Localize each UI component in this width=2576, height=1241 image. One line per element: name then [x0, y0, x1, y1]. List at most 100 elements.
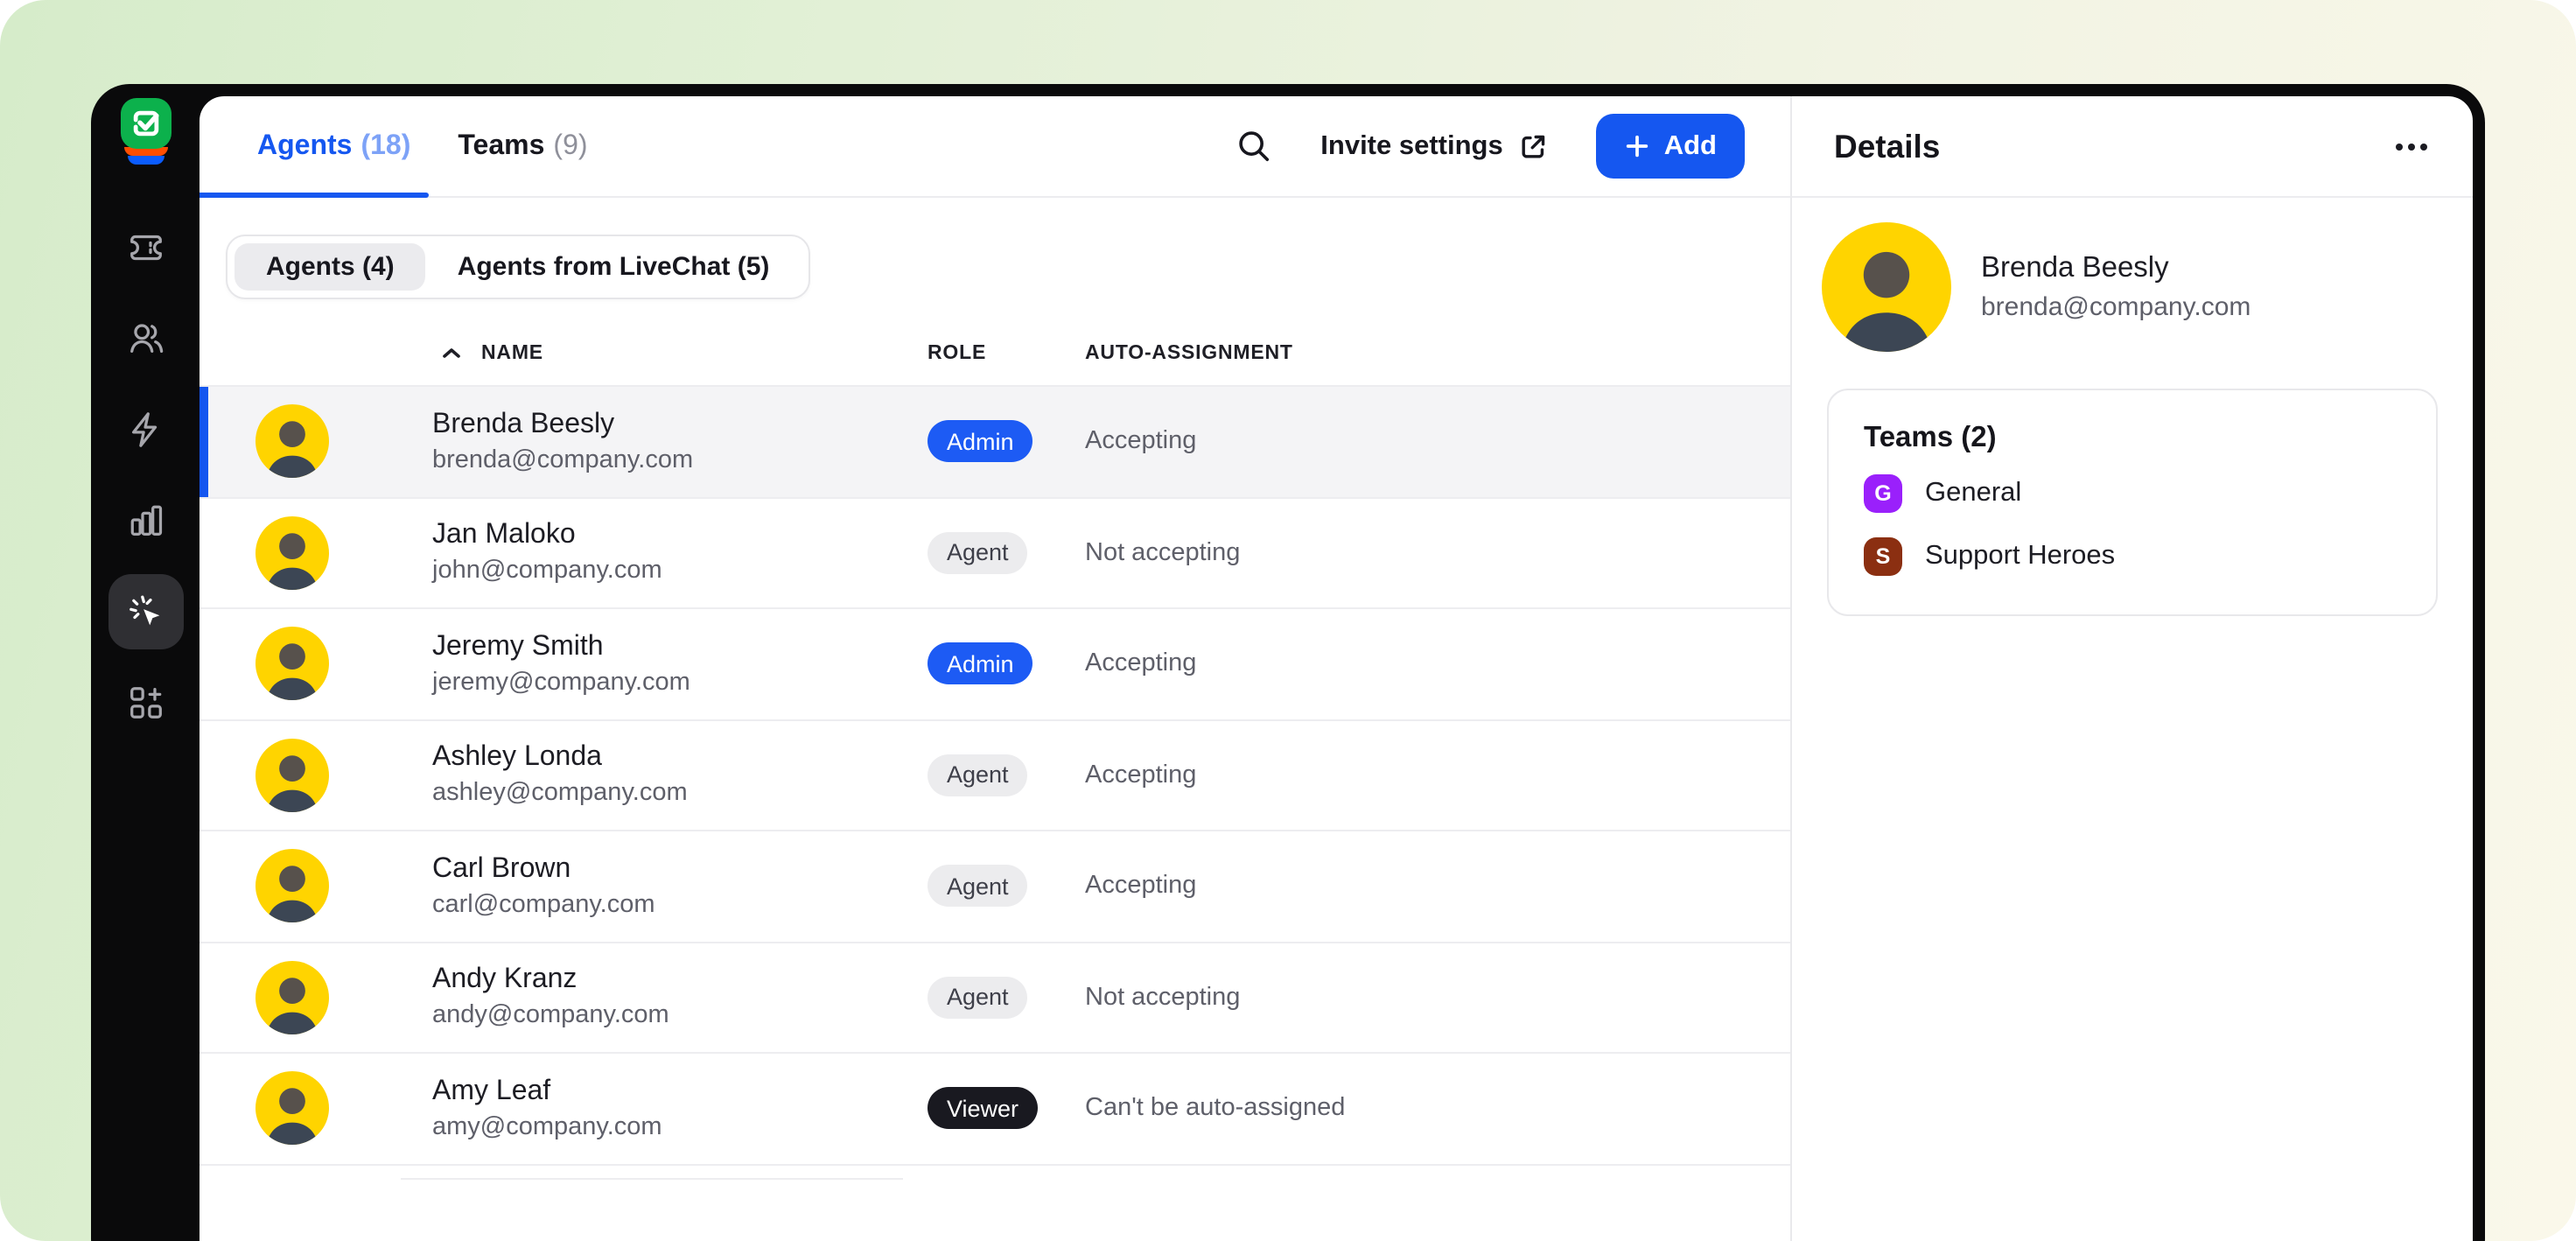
agent-name: Jeremy Smith: [432, 630, 928, 663]
agent-name: Ashley Londa: [432, 741, 928, 775]
profile-email: brenda@company.com: [1981, 292, 2250, 322]
role-badge: Agent: [928, 532, 1028, 574]
topbar-actions: Invite settings Add: [1235, 114, 1745, 179]
team-name: General: [1925, 478, 2021, 509]
invite-settings-link[interactable]: Invite settings: [1320, 130, 1548, 162]
add-button[interactable]: Add: [1596, 114, 1745, 179]
tab-teams-label: Teams: [458, 130, 544, 162]
assignment-status: Accepting: [1085, 873, 1196, 901]
teams-card-title: Teams (2): [1864, 422, 2401, 455]
agent-avatar: [256, 961, 329, 1034]
selected-row-indicator: [200, 387, 208, 496]
sidebar-item-apps[interactable]: [125, 682, 165, 722]
role-badge: Admin: [928, 643, 1033, 685]
role-badge: Agent: [928, 866, 1028, 908]
tab-agents[interactable]: Agents (18): [257, 130, 410, 162]
team-item[interactable]: S Support Heroes: [1864, 537, 2401, 576]
tab-agents-label: Agents: [257, 130, 352, 162]
table-header: NAME ROLE AUTO-ASSIGNMENT: [200, 299, 1790, 387]
sidebar-item-tracking[interactable]: [108, 573, 183, 649]
agent-name: Brenda Beesly: [432, 408, 928, 441]
table-row[interactable]: Ashley Londa ashley@company.com Agent Ac…: [200, 720, 1790, 831]
app-window: Agents (18) Teams (9): [91, 84, 2485, 1241]
agent-name: Andy Kranz: [432, 964, 928, 997]
role-badge: Agent: [928, 754, 1028, 796]
chevron-up-icon: [441, 347, 462, 361]
helpdesk-logo[interactable]: [120, 98, 171, 164]
agent-name: Amy Leaf: [432, 1075, 928, 1108]
assignment-status: Not accepting: [1085, 984, 1240, 1012]
assignment-status: Accepting: [1085, 761, 1196, 789]
subtab-agents-from-livechat[interactable]: Agents from LiveChat (5): [426, 243, 802, 291]
search-button[interactable]: [1235, 127, 1273, 165]
agents-source-switch: Agents (4) Agents from LiveChat (5): [226, 235, 809, 299]
sidebar-item-automations[interactable]: [125, 409, 165, 449]
apps-icon: [125, 682, 165, 722]
tickets-icon: [125, 227, 165, 267]
sidebar-item-reports[interactable]: [125, 500, 165, 540]
click-pointer-icon: [125, 591, 165, 631]
agent-email: ashley@company.com: [432, 780, 928, 810]
tab-agents-count: (18): [360, 130, 410, 162]
assignment-status: Not accepting: [1085, 539, 1240, 567]
teams-card: Teams (2) G General S Support Heroes: [1827, 389, 2438, 616]
plus-icon: [1624, 133, 1650, 159]
sidebar-item-team[interactable]: [125, 318, 165, 358]
assignment-status: Can't be auto-assigned: [1085, 1095, 1345, 1123]
agent-avatar: [256, 405, 329, 479]
agent-name: Jan Maloko: [432, 519, 928, 552]
agent-email: amy@company.com: [432, 1113, 928, 1143]
sidebar-item-tickets[interactable]: [125, 227, 165, 267]
role-badge: Viewer: [928, 1088, 1038, 1130]
helpdesk-logo-check: [120, 98, 171, 149]
details-panel: Details Brenda Beesly: [1790, 96, 2473, 1241]
agent-name: Carl Brown: [432, 852, 928, 886]
subtab-agents[interactable]: Agents (4): [234, 243, 426, 291]
agent-avatar: [256, 739, 329, 812]
agent-email: carl@company.com: [432, 891, 928, 921]
topbar: Agents (18) Teams (9): [200, 96, 1790, 198]
agent-avatar: [256, 1072, 329, 1146]
role-badge: Agent: [928, 977, 1028, 1019]
active-tab-underline: [200, 193, 429, 198]
agent-avatar: [256, 628, 329, 701]
role-badge: Admin: [928, 421, 1033, 463]
agent-email: jeremy@company.com: [432, 669, 928, 698]
logo-layer-blue: [127, 156, 164, 164]
sidebar: [91, 84, 200, 1241]
details-header: Details: [1792, 96, 2473, 198]
team-name: Support Heroes: [1925, 541, 2115, 572]
tab-teams-count: (9): [553, 130, 587, 162]
add-button-label: Add: [1664, 130, 1717, 162]
details-title: Details: [1834, 127, 1940, 165]
invite-settings-label: Invite settings: [1320, 130, 1502, 162]
agent-email: brenda@company.com: [432, 446, 928, 476]
table-row[interactable]: Andy Kranz andy@company.com Agent Not ac…: [200, 943, 1790, 1054]
column-header-role: ROLE: [928, 343, 1085, 364]
table-row[interactable]: Amy Leaf amy@company.com Viewer Can't be…: [200, 1054, 1790, 1165]
more-options-button[interactable]: [2392, 136, 2431, 157]
content-surface: Agents (18) Teams (9): [200, 96, 2473, 1241]
table-row[interactable]: Carl Brown carl@company.com Agent Accept…: [200, 831, 1790, 943]
agent-email: john@company.com: [432, 557, 928, 587]
agent-avatar: [256, 850, 329, 923]
ellipsis-icon: [2396, 143, 2403, 150]
table-row[interactable]: Brenda Beesly brenda@company.com Admin A…: [200, 387, 1790, 498]
table-row[interactable]: Jeremy Smith jeremy@company.com Admin Ac…: [200, 609, 1790, 720]
table-row[interactable]: Jan Maloko john@company.com Agent Not ac…: [200, 498, 1790, 609]
sort-button[interactable]: [441, 347, 462, 361]
external-link-icon: [1517, 130, 1549, 162]
team-badge: S: [1864, 537, 1902, 576]
profile-avatar: [1822, 222, 1951, 352]
team-item[interactable]: G General: [1864, 474, 2401, 513]
name-column-divider: [401, 1177, 903, 1179]
sidebar-nav: [108, 227, 183, 722]
search-icon: [1236, 128, 1272, 165]
tab-teams[interactable]: Teams (9): [458, 130, 587, 162]
agent-email: andy@company.com: [432, 1002, 928, 1032]
profile-name: Brenda Beesly: [1981, 252, 2250, 285]
column-header-auto-assignment: AUTO-ASSIGNMENT: [1085, 343, 1790, 364]
assignment-status: Accepting: [1085, 428, 1196, 456]
agents-table-body: Brenda Beesly brenda@company.com Admin A…: [200, 387, 1790, 1165]
column-header-name: NAME: [481, 343, 543, 364]
